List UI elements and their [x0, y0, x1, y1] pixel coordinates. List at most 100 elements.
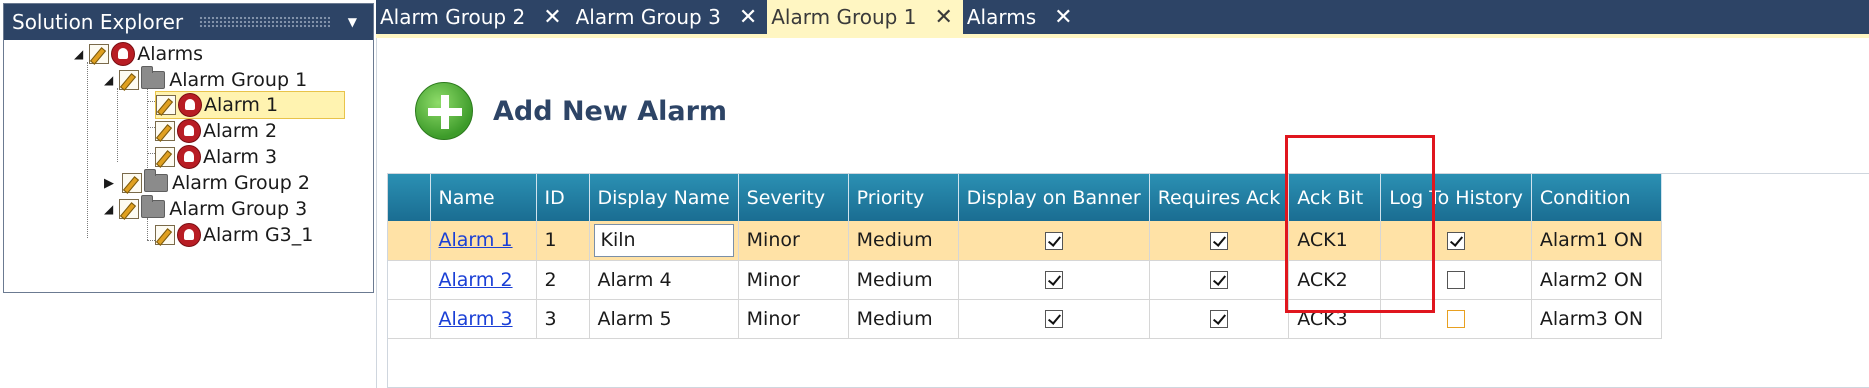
- requires-ack-checkbox[interactable]: [1209, 310, 1228, 328]
- tab-alarm-group-3[interactable]: Alarm Group 3 ✕: [572, 0, 768, 34]
- table-row[interactable]: Alarm 2 2 Alarm 4 Minor Medium ACK2 Alar…: [388, 260, 1662, 300]
- alarm-name-link[interactable]: Alarm 3: [439, 308, 513, 330]
- close-icon[interactable]: ✕: [543, 5, 561, 30]
- collapse-triangle-icon[interactable]: ◢: [104, 202, 113, 216]
- requires-ack-checkbox[interactable]: [1209, 271, 1228, 289]
- close-icon[interactable]: ✕: [1054, 5, 1072, 30]
- tab-label: Alarm Group 2: [380, 5, 526, 29]
- column-header-name[interactable]: Name: [430, 174, 537, 221]
- severity-cell[interactable]: Minor: [738, 299, 849, 339]
- row-selector[interactable]: [388, 260, 431, 300]
- tree-node-alarm-3[interactable]: Alarm 3: [155, 143, 277, 171]
- column-header-priority[interactable]: Priority: [848, 174, 959, 221]
- tree-node-label: Alarm G3_1: [203, 224, 314, 246]
- condition-cell[interactable]: Alarm3 ON: [1531, 299, 1662, 339]
- table-row[interactable]: Alarm 3 3 Alarm 5 Minor Medium ACK3 Alar…: [388, 299, 1662, 339]
- alarm-bell-icon: [178, 93, 202, 117]
- edit-icon: [156, 95, 176, 115]
- display-name-input[interactable]: Kiln: [593, 223, 734, 257]
- alarm-grid: Name ID Display Name Severity Priority D…: [387, 173, 1869, 388]
- tab-alarms[interactable]: Alarms ✕: [963, 0, 1083, 34]
- column-header-condition[interactable]: Condition: [1531, 174, 1662, 221]
- tree-node-alarm-group-3[interactable]: ◢ Alarm Group 3: [104, 195, 307, 223]
- tree-node-label: Alarms: [137, 43, 204, 65]
- condition-cell[interactable]: Alarm1 ON: [1531, 221, 1662, 261]
- id-cell: 3: [536, 299, 590, 339]
- close-icon[interactable]: ✕: [934, 5, 952, 30]
- edit-icon: [155, 225, 175, 245]
- column-header-display-name[interactable]: Display Name: [589, 174, 739, 221]
- tab-label: Alarms: [966, 5, 1037, 29]
- log-to-history-checkbox[interactable]: [1447, 231, 1466, 250]
- row-selector[interactable]: [388, 299, 431, 339]
- tree-node-label: Alarm Group 2: [172, 172, 310, 194]
- edit-icon: [89, 44, 110, 64]
- expand-triangle-icon[interactable]: ▶: [104, 176, 114, 191]
- severity-cell[interactable]: Minor: [738, 260, 849, 300]
- display-name-cell[interactable]: Alarm 4: [589, 260, 739, 300]
- tree-node-alarm-1[interactable]: Alarm 1: [155, 91, 345, 119]
- tree-node-label: Alarm 3: [203, 146, 278, 168]
- tree-node-label: Alarm 2: [203, 120, 278, 142]
- alarm-name-link[interactable]: Alarm 1: [439, 229, 513, 251]
- priority-cell[interactable]: Medium: [848, 299, 959, 339]
- add-new-alarm-label: Add New Alarm: [493, 95, 728, 127]
- id-cell: 1: [536, 221, 590, 261]
- tree-node-label: Alarm Group 1: [169, 69, 308, 91]
- tab-alarm-group-1[interactable]: Alarm Group 1 ✕: [767, 0, 963, 34]
- id-cell: 2: [536, 260, 590, 300]
- solution-tree: ◢ Alarms ◢ Alarm Group 1 Alarm 1 Alarm 2…: [4, 40, 373, 292]
- add-new-alarm-button[interactable]: Add New Alarm: [415, 82, 727, 140]
- collapse-triangle-icon[interactable]: ◢: [74, 47, 83, 61]
- close-icon[interactable]: ✕: [739, 5, 757, 30]
- tab-alarm-group-2[interactable]: Alarm Group 2 ✕: [376, 0, 572, 34]
- alarm-group-editor: Add New Alarm Name ID Display Name Sever…: [376, 38, 1869, 388]
- alarm-name-link[interactable]: Alarm 2: [439, 269, 513, 291]
- display-on-banner-checkbox[interactable]: [1044, 231, 1063, 250]
- column-header-requires-ack[interactable]: Requires Ack: [1149, 174, 1290, 221]
- severity-cell[interactable]: Minor: [738, 221, 849, 261]
- add-plus-icon: [415, 82, 473, 140]
- document-tab-bar: Alarm Group 2 ✕ Alarm Group 3 ✕ Alarm Gr…: [376, 0, 1869, 34]
- requires-ack-cell: [1149, 260, 1290, 300]
- tree-node-alarm-group-2[interactable]: ▶ Alarm Group 2: [104, 169, 310, 197]
- priority-cell[interactable]: Medium: [848, 260, 959, 300]
- column-header-display-on-banner[interactable]: Display on Banner: [958, 174, 1150, 221]
- log-to-history-checkbox[interactable]: [1447, 271, 1466, 289]
- alarm-bell-icon: [177, 119, 201, 143]
- condition-cell[interactable]: Alarm2 ON: [1531, 260, 1662, 300]
- drag-grip[interactable]: [199, 16, 330, 28]
- tree-node-alarm-2[interactable]: Alarm 2: [155, 117, 277, 145]
- tree-node-label: Alarm 1: [204, 94, 279, 116]
- column-header-severity[interactable]: Severity: [738, 174, 849, 221]
- log-to-history-checkbox[interactable]: [1447, 310, 1466, 328]
- tree-node-alarm-group-1[interactable]: ◢ Alarm Group 1: [104, 66, 307, 94]
- name-cell: Alarm 2: [430, 260, 537, 300]
- edit-icon: [122, 173, 142, 193]
- edit-icon: [155, 121, 175, 141]
- collapse-triangle-icon[interactable]: ◢: [104, 73, 113, 87]
- alarm-bell-icon: [177, 145, 201, 169]
- display-name-cell[interactable]: Alarm 5: [589, 299, 739, 339]
- folder-icon: [141, 66, 166, 89]
- tree-node-alarm-g3-1[interactable]: Alarm G3_1: [155, 221, 313, 249]
- solution-explorer-title: Solution Explorer: [12, 10, 184, 34]
- display-on-banner-checkbox[interactable]: [1044, 271, 1063, 289]
- banner-cell: [958, 221, 1150, 261]
- solution-explorer-panel: Solution Explorer ▼ ◢ Alarms ◢ Alarm Gro…: [3, 3, 374, 293]
- alarm-table: Name ID Display Name Severity Priority D…: [388, 174, 1662, 339]
- banner-cell: [958, 260, 1150, 300]
- row-selector[interactable]: [388, 221, 431, 261]
- priority-cell[interactable]: Medium: [848, 221, 959, 261]
- tab-label: Alarm Group 3: [575, 5, 721, 29]
- name-cell: Alarm 3: [430, 299, 537, 339]
- table-row[interactable]: Alarm 1 1 Kiln Minor Medium ACK1 Alarm1 …: [388, 221, 1662, 261]
- grid-header-row: Name ID Display Name Severity Priority D…: [388, 174, 1662, 221]
- chevron-down-icon[interactable]: ▼: [348, 15, 357, 29]
- display-on-banner-checkbox[interactable]: [1044, 310, 1063, 328]
- column-header-id[interactable]: ID: [536, 174, 590, 221]
- requires-ack-checkbox[interactable]: [1209, 231, 1228, 250]
- tab-label: Alarm Group 1: [771, 5, 917, 29]
- folder-icon: [144, 169, 168, 192]
- tree-node-alarms[interactable]: ◢ Alarms: [74, 40, 203, 68]
